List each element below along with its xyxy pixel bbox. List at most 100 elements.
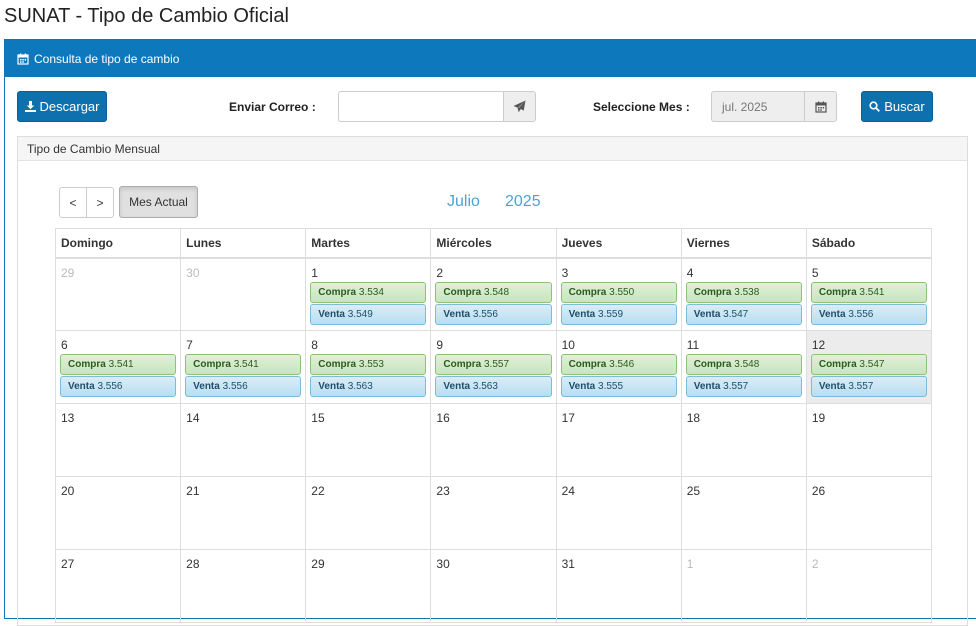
next-month-button[interactable]: > xyxy=(86,187,114,218)
calendar-day-cell[interactable]: 15 xyxy=(305,403,432,477)
search-button[interactable]: Buscar xyxy=(861,91,933,122)
compra-rate-badge: Compra 3.557 xyxy=(435,354,552,375)
compra-rate-badge: Compra 3.541 xyxy=(60,354,177,375)
compra-label: Compra xyxy=(443,359,482,370)
calendar-day-cell[interactable]: 2 Compra 3.548 Venta 3.556 xyxy=(430,257,557,331)
compra-value: 3.547 xyxy=(859,359,885,370)
calendar-day-cell[interactable]: 18 xyxy=(680,403,807,477)
compra-value: 3.553 xyxy=(358,359,384,370)
month-field[interactable]: jul. 2025 xyxy=(711,91,804,122)
calendar-day-cell[interactable]: 8 Compra 3.553 Venta 3.563 xyxy=(305,330,432,404)
venta-rate-badge: Venta 3.556 xyxy=(185,376,302,397)
day-number: 7 xyxy=(186,338,193,352)
calendar-day-cell[interactable]: 12 Compra 3.547 Venta 3.557 xyxy=(805,330,933,404)
download-icon xyxy=(24,101,36,112)
compra-rate-badge: Compra 3.541 xyxy=(810,281,927,303)
calendar-day-cell[interactable]: 23 xyxy=(430,476,557,550)
calendar-day-cell[interactable]: 5 Compra 3.541 Venta 3.556 xyxy=(805,257,933,331)
calendar-icon xyxy=(17,53,29,65)
calendar-day-cell[interactable]: 26 xyxy=(805,476,933,550)
day-number: 31 xyxy=(561,557,575,571)
compra-value: 3.550 xyxy=(609,286,635,298)
calendar-panel-heading: Tipo de Cambio Mensual xyxy=(18,137,967,161)
compra-value: 3.541 xyxy=(233,359,259,370)
venta-rate-badge: Venta 3.563 xyxy=(435,376,552,397)
calendar-day-cell[interactable]: 11 Compra 3.548 Venta 3.557 xyxy=(680,330,807,404)
calendar-grid: Domingo Lunes Martes Miércoles Jueves Viernes… xyxy=(54,228,933,623)
day-number: 17 xyxy=(561,411,575,425)
day-number: 30 xyxy=(436,557,450,571)
venta-label: Venta xyxy=(443,381,471,392)
calendar-day-cell[interactable]: 1 Compra 3.534 Venta 3.549 xyxy=(305,257,432,331)
send-email-button[interactable] xyxy=(503,91,536,122)
compra-value: 3.557 xyxy=(484,359,510,370)
venta-value: 3.549 xyxy=(347,308,373,320)
compra-rate-badge: Compra 3.538 xyxy=(685,281,802,303)
month-picker-button[interactable] xyxy=(804,91,837,122)
panel-heading: Consulta de tipo de cambio xyxy=(5,40,976,77)
calendar-day-cell[interactable]: 10 Compra 3.546 Venta 3.555 xyxy=(555,330,682,404)
day-number: 27 xyxy=(61,557,75,571)
calendar-day-cell[interactable]: 24 xyxy=(555,476,682,550)
month-label: Seleccione Mes : xyxy=(593,100,690,114)
day-number: 30 xyxy=(186,265,200,280)
day-number: 16 xyxy=(436,411,450,425)
calendar-day-cell[interactable]: 6 Compra 3.541 Venta 3.556 xyxy=(54,330,182,404)
compra-rate-badge: Compra 3.547 xyxy=(810,354,927,375)
weekday-header: Sábado xyxy=(805,228,933,259)
day-number: 12 xyxy=(811,338,826,352)
day-number: 24 xyxy=(561,484,575,498)
venta-label: Venta xyxy=(443,308,471,320)
compra-value: 3.548 xyxy=(484,286,510,298)
calendar-day-cell[interactable]: 9 Compra 3.557 Venta 3.563 xyxy=(430,330,557,404)
venta-value: 3.559 xyxy=(598,308,624,320)
calendar-day-cell[interactable]: 20 xyxy=(54,476,182,550)
search-label: Buscar xyxy=(884,99,925,114)
compra-label: Compra xyxy=(693,286,732,298)
calendar-day-cell[interactable]: 29 xyxy=(54,257,182,331)
calendar-day-cell[interactable]: 19 xyxy=(805,403,933,477)
venta-rate-badge: Venta 3.556 xyxy=(810,303,927,325)
venta-rate-badge: Venta 3.557 xyxy=(810,376,927,397)
calendar-day-cell[interactable]: 21 xyxy=(180,476,307,550)
calendar-week-row: 6 Compra 3.541 Venta 3.556 7 Compra 3.541 Ven… xyxy=(54,330,933,404)
calendar-day-cell[interactable]: 13 xyxy=(54,403,182,477)
venta-rate-badge: Venta 3.556 xyxy=(60,376,177,397)
venta-rate-badge: Venta 3.555 xyxy=(560,376,677,397)
day-number: 8 xyxy=(311,338,318,352)
calendar-day-cell[interactable]: 7 Compra 3.541 Venta 3.556 xyxy=(180,330,307,404)
calendar-day-cell[interactable]: 4 Compra 3.538 Venta 3.547 xyxy=(680,257,807,331)
calendar-day-cell[interactable]: 17 xyxy=(555,403,682,477)
venta-value: 3.563 xyxy=(347,381,373,392)
venta-rate-badge: Venta 3.559 xyxy=(560,303,677,325)
compra-label: Compra xyxy=(443,286,482,298)
venta-value: 3.557 xyxy=(848,381,874,392)
day-number: 13 xyxy=(61,411,75,425)
venta-value: 3.547 xyxy=(723,308,749,320)
email-field[interactable] xyxy=(338,91,503,122)
compra-value: 3.546 xyxy=(609,359,635,370)
download-button[interactable]: Descargar xyxy=(17,91,107,122)
weekday-header: Viernes xyxy=(680,228,807,259)
calendar-year: 2025 xyxy=(505,193,541,210)
compra-rate-badge: Compra 3.546 xyxy=(560,354,677,375)
prev-month-button[interactable]: < xyxy=(59,187,87,218)
current-month-button[interactable]: Mes Actual xyxy=(119,186,198,218)
calendar-day-cell[interactable]: 3 Compra 3.550 Venta 3.559 xyxy=(555,257,682,331)
weekday-header: Jueves xyxy=(555,228,682,259)
weekday-header: Martes xyxy=(305,228,432,259)
day-number: 19 xyxy=(811,411,826,425)
calendar-day-cell[interactable]: 30 xyxy=(180,257,307,331)
calendar-month: Julio xyxy=(447,193,480,210)
day-number: 25 xyxy=(686,484,701,498)
calendar-day-cell[interactable]: 14 xyxy=(180,403,307,477)
calendar-week-row: 13 14 15 16 17 18 19 xyxy=(54,403,933,477)
venta-label: Venta xyxy=(318,308,345,320)
compra-label: Compra xyxy=(318,359,357,370)
day-number: 11 xyxy=(686,338,700,352)
compra-rate-badge: Compra 3.541 xyxy=(185,354,302,375)
venta-value: 3.555 xyxy=(598,381,624,392)
calendar-day-cell[interactable]: 16 xyxy=(430,403,557,477)
calendar-day-cell[interactable]: 22 xyxy=(305,476,432,550)
calendar-day-cell[interactable]: 25 xyxy=(680,476,807,550)
